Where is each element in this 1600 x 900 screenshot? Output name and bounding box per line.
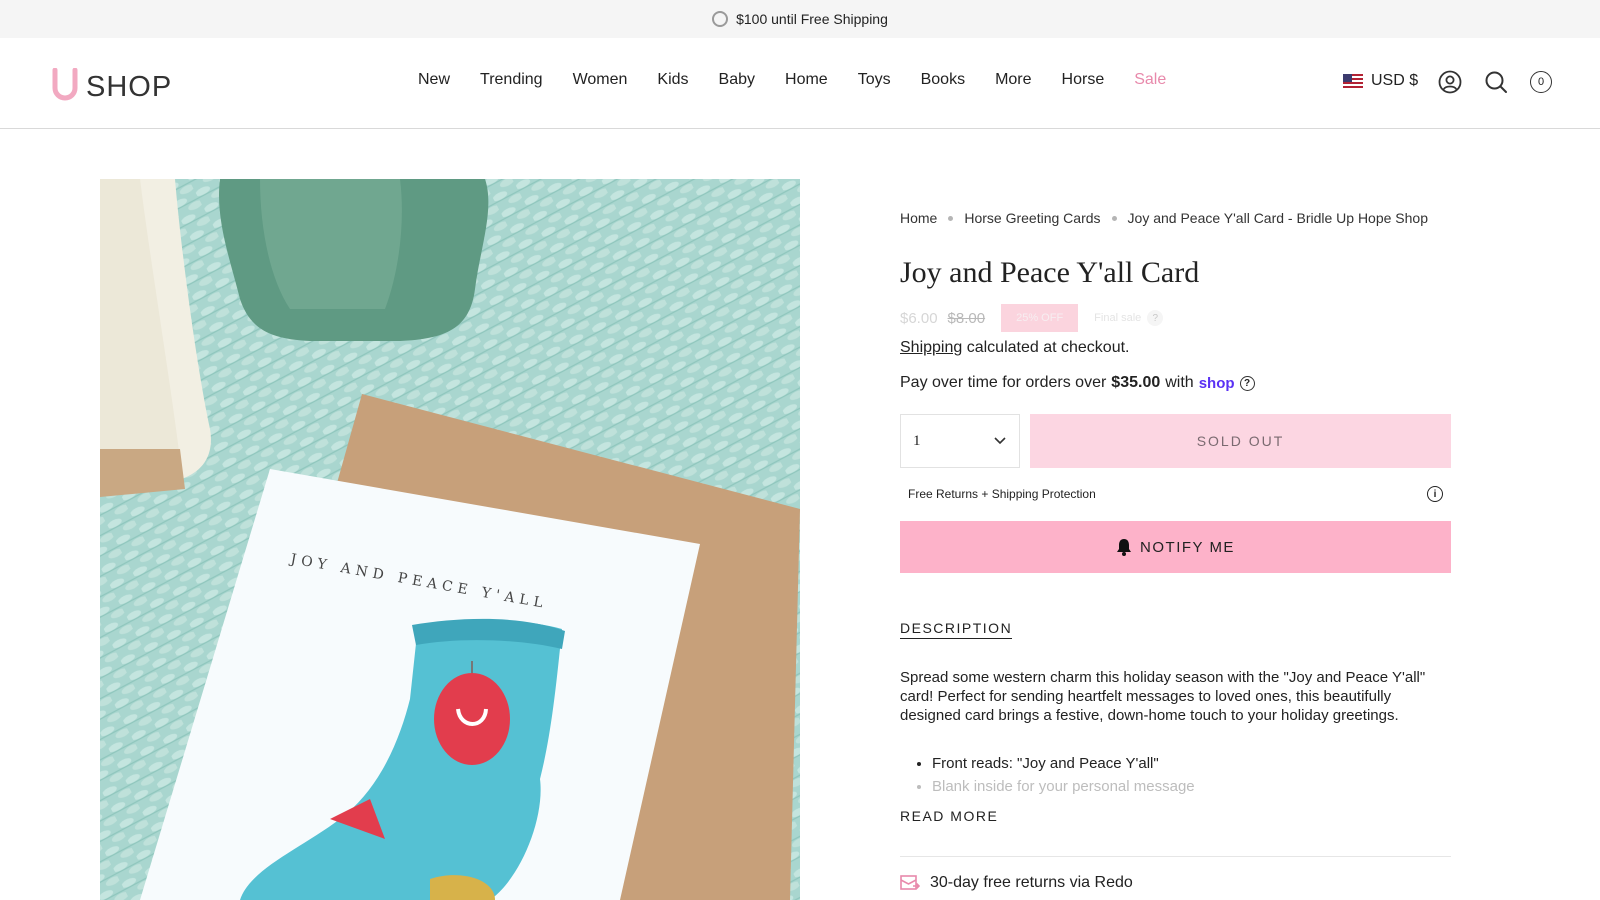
breadcrumb: Home Horse Greeting Cards Joy and Peace …: [900, 210, 1428, 226]
site-header: SHOP New Trending Women Kids Baby Home T…: [0, 38, 1600, 129]
compare-price: $8.00: [947, 309, 986, 327]
nav-item-sale[interactable]: Sale: [1134, 71, 1166, 89]
shipping-link[interactable]: Shipping: [900, 339, 962, 356]
returns-info[interactable]: 30-day free returns via Redo: [900, 874, 1133, 892]
announcement-text: $100 until Free Shipping: [736, 11, 888, 27]
description-text: Spread some western charm this holiday s…: [900, 669, 1426, 724]
notify-me-label: NOTIFY ME: [1140, 538, 1235, 556]
cart-icon[interactable]: 0: [1530, 71, 1552, 93]
quantity-select[interactable]: 1: [900, 414, 1020, 468]
list-item: Front reads: "Joy and Peace Y'all": [932, 752, 1440, 775]
progress-ring-icon: [712, 11, 729, 27]
currency-label: USD $: [1371, 72, 1419, 89]
read-more-button[interactable]: READ MORE: [900, 808, 998, 824]
nav-item-women[interactable]: Women: [573, 71, 628, 89]
sale-price: $6.00: [900, 309, 938, 327]
final-sale-help-icon[interactable]: ?: [1147, 310, 1164, 326]
list-item: Blank inside for your personal message: [932, 775, 1440, 798]
tab-description[interactable]: DESCRIPTION: [900, 620, 1013, 639]
nav-item-new[interactable]: New: [418, 71, 450, 89]
cart-count: 0: [1537, 76, 1545, 88]
horseshoe-logo-icon: [52, 68, 78, 101]
product-title: Joy and Peace Y'all Card: [900, 256, 1200, 289]
divider: [900, 856, 1451, 857]
nav-item-books[interactable]: Books: [921, 71, 965, 89]
bell-icon: [1117, 539, 1132, 556]
announcement-bar: $100 until Free Shipping: [0, 0, 1600, 38]
installments-amount: $35.00: [1111, 374, 1161, 391]
nav-item-trending[interactable]: Trending: [480, 71, 543, 89]
info-icon[interactable]: i: [1427, 486, 1443, 502]
shop-pay-logo: shop: [1198, 374, 1235, 392]
logo-text: SHOP: [86, 71, 173, 103]
main-nav: New Trending Women Kids Baby Home Toys B…: [418, 71, 1196, 89]
breadcrumb-collection[interactable]: Horse Greeting Cards: [964, 210, 1100, 226]
chevron-down-icon: [994, 437, 1006, 445]
nav-item-toys[interactable]: Toys: [858, 71, 891, 89]
breadcrumb-separator: [1111, 215, 1117, 221]
shop-pay-installments: Pay over time for orders over $35.00 wit…: [900, 374, 1255, 392]
logo[interactable]: SHOP: [50, 68, 172, 102]
installments-text: Pay over time for orders over: [900, 374, 1107, 391]
price-row: $6.00 $8.00 25% OFF Final sale ?: [900, 304, 1164, 332]
description-list: Front reads: "Joy and Peace Y'all" Blank…: [900, 752, 1440, 798]
nav-item-more[interactable]: More: [995, 71, 1031, 89]
search-icon[interactable]: [1484, 70, 1508, 94]
shipping-protection[interactable]: Free Returns + Shipping Protection i: [900, 476, 1451, 512]
nav-item-home[interactable]: Home: [785, 71, 828, 89]
shipping-note: Shipping calculated at checkout.: [900, 339, 1130, 357]
quantity-value: 1: [913, 432, 921, 449]
nav-item-horse[interactable]: Horse: [1062, 71, 1105, 89]
shipping-note-text: calculated at checkout.: [962, 339, 1130, 356]
sold-out-button[interactable]: SOLD OUT: [1030, 414, 1451, 468]
discount-badge: 25% OFF: [1001, 304, 1079, 332]
currency-selector[interactable]: USD $: [1343, 72, 1418, 90]
breadcrumb-home[interactable]: Home: [900, 210, 937, 226]
nav-item-baby[interactable]: Baby: [719, 71, 755, 89]
final-sale-badge: Final sale ?: [1094, 310, 1164, 326]
breadcrumb-separator: [948, 215, 954, 221]
breadcrumb-current: Joy and Peace Y'all Card - Bridle Up Hop…: [1127, 210, 1429, 226]
nav-item-kids[interactable]: Kids: [657, 71, 688, 89]
returns-text: 30-day free returns via Redo: [930, 874, 1133, 891]
installments-help-icon[interactable]: ?: [1239, 375, 1255, 391]
final-sale-label: Final sale: [1094, 312, 1142, 324]
installments-with: with: [1165, 374, 1194, 391]
product-image[interactable]: JOY AND PEACE Y'ALL: [100, 179, 800, 900]
account-icon[interactable]: [1438, 70, 1462, 94]
notify-me-button[interactable]: NOTIFY ME: [900, 521, 1451, 573]
protection-label: Free Returns + Shipping Protection: [908, 487, 1096, 501]
us-flag-icon: [1343, 74, 1363, 88]
return-box-icon: [900, 875, 920, 890]
product-photo: JOY AND PEACE Y'ALL: [100, 179, 800, 900]
